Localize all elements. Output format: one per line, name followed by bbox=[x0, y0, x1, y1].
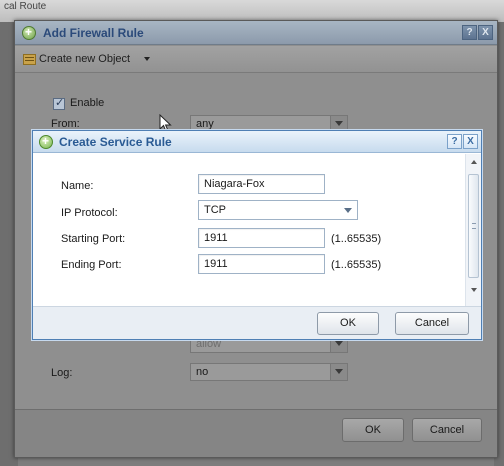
object-table-icon bbox=[23, 54, 36, 65]
modal-body: Name: Niagara-Fox IP Protocol: TCP Start… bbox=[33, 154, 481, 339]
dialog-toolbar: Create new Object bbox=[15, 46, 497, 73]
starting-port-input[interactable]: 1911 bbox=[198, 228, 325, 248]
close-button[interactable]: X bbox=[478, 25, 493, 40]
ip-protocol-label: IP Protocol: bbox=[61, 207, 118, 219]
ending-port-label: Ending Port: bbox=[61, 259, 122, 271]
log-value: no bbox=[196, 366, 209, 378]
vertical-scrollbar[interactable] bbox=[465, 154, 481, 306]
background-header: cal Route bbox=[0, 0, 504, 22]
dialog-title: Add Firewall Rule bbox=[43, 26, 144, 40]
modal-title-bar: Create Service Rule ?X bbox=[33, 131, 481, 153]
starting-port-range: (1..65535) bbox=[331, 233, 382, 245]
ip-protocol-value: TCP bbox=[204, 204, 226, 216]
chevron-down-icon[interactable] bbox=[341, 203, 355, 217]
modal-title: Create Service Rule bbox=[59, 135, 172, 149]
ending-port-input[interactable]: 1911 bbox=[198, 254, 325, 274]
name-input[interactable]: Niagara-Fox bbox=[198, 174, 325, 194]
create-new-object-menu[interactable]: Create new Object bbox=[39, 53, 130, 65]
caret-down-icon[interactable] bbox=[144, 57, 150, 61]
dialog-title-bar: Add Firewall Rule ?X bbox=[15, 21, 497, 45]
title-buttons: ? X bbox=[461, 25, 493, 40]
scroll-up-icon[interactable] bbox=[471, 160, 477, 164]
grip-icon bbox=[472, 223, 476, 229]
ok-button[interactable]: OK bbox=[342, 418, 404, 442]
close-button[interactable]: X bbox=[463, 134, 478, 149]
log-select[interactable]: no bbox=[190, 363, 348, 381]
help-button[interactable]: ? bbox=[462, 25, 477, 40]
name-label: Name: bbox=[61, 180, 94, 192]
create-service-rule-dialog: Create Service Rule ?X Name: Niagara-Fox… bbox=[32, 130, 482, 340]
log-label: Log: bbox=[51, 367, 73, 379]
scroll-down-icon[interactable] bbox=[471, 288, 477, 292]
cancel-button[interactable]: Cancel bbox=[395, 312, 469, 335]
add-icon bbox=[39, 134, 53, 149]
ending-port-range: (1..65535) bbox=[331, 259, 382, 271]
add-icon bbox=[22, 25, 36, 40]
chevron-down-icon[interactable] bbox=[330, 364, 347, 380]
ip-protocol-select[interactable]: TCP bbox=[198, 200, 358, 220]
modal-title-buttons: ? X bbox=[446, 134, 478, 149]
enable-checkbox[interactable] bbox=[53, 96, 65, 110]
modal-footer: OK Cancel bbox=[33, 306, 481, 339]
scrollbar-thumb[interactable] bbox=[468, 174, 479, 278]
starting-port-label: Starting Port: bbox=[61, 233, 126, 245]
ok-button[interactable]: OK bbox=[317, 312, 379, 335]
help-button[interactable]: ? bbox=[447, 134, 462, 149]
cancel-button[interactable]: Cancel bbox=[412, 418, 482, 442]
enable-label: Enable bbox=[70, 97, 105, 109]
from-value: any bbox=[196, 118, 214, 130]
from-label: From: bbox=[51, 118, 80, 130]
background-breadcrumb: cal Route bbox=[4, 1, 47, 12]
